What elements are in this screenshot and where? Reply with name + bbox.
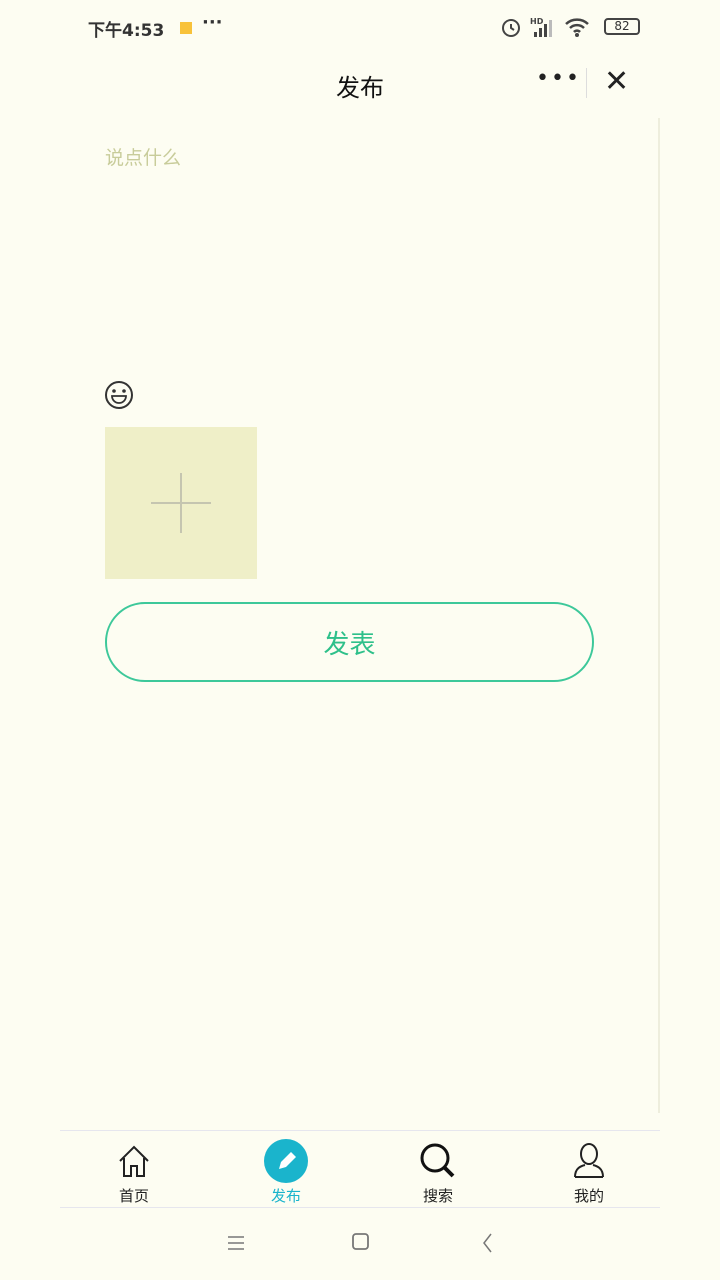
home-icon xyxy=(119,1145,149,1177)
status-time: 下午4:53 xyxy=(88,21,165,41)
publish-button[interactable]: 发表 xyxy=(105,602,594,682)
tab-search[interactable]: 搜索 xyxy=(398,1139,478,1206)
tab-label: 我的 xyxy=(573,1187,604,1205)
status-bar: 下午4:53 ··· HD 82 xyxy=(88,12,640,42)
bottom-tab-bar: 首页 发布 搜索 我的 xyxy=(60,1130,660,1208)
more-menu-button[interactable]: ••• xyxy=(536,66,581,91)
alarm-icon xyxy=(502,19,520,37)
system-nav-bar xyxy=(0,1228,720,1258)
scrollbar-track xyxy=(658,118,660,1113)
wifi-icon xyxy=(565,18,589,37)
recent-apps-button[interactable] xyxy=(226,1234,246,1252)
tab-me[interactable]: 我的 xyxy=(549,1139,629,1206)
header-divider xyxy=(586,68,587,98)
pencil-icon xyxy=(264,1139,308,1183)
more-notifications-icon: ··· xyxy=(202,12,223,33)
tab-label: 发布 xyxy=(270,1187,301,1205)
battery-indicator: 82 xyxy=(604,18,640,35)
tab-home[interactable]: 首页 xyxy=(94,1139,174,1206)
add-image-button[interactable] xyxy=(105,427,257,579)
tab-label: 搜索 xyxy=(422,1187,453,1205)
search-icon xyxy=(420,1143,455,1178)
signal-icon: HD xyxy=(530,17,552,37)
tab-label: 首页 xyxy=(118,1187,149,1205)
emoji-icon[interactable] xyxy=(104,380,134,410)
user-icon xyxy=(574,1143,604,1178)
home-nav-button[interactable] xyxy=(351,1232,371,1252)
close-button[interactable]: ✕ xyxy=(604,64,629,99)
notification-icon xyxy=(180,22,192,34)
post-content-input[interactable] xyxy=(105,143,645,363)
svg-text:HD: HD xyxy=(530,17,544,26)
back-button[interactable] xyxy=(480,1232,496,1254)
tab-publish[interactable]: 发布 xyxy=(246,1139,326,1206)
